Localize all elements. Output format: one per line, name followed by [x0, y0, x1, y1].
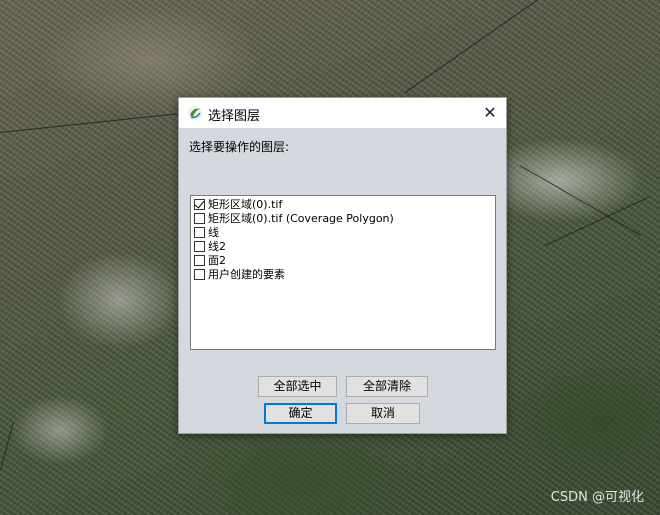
select-layer-dialog: 选择图层 ✕ 选择要操作的图层: 矩形区域(0).tif 矩形区域(0).tif…: [178, 97, 507, 434]
layer-item[interactable]: 用户创建的要素: [194, 267, 285, 281]
dialog-titlebar[interactable]: 选择图层 ✕: [179, 98, 506, 128]
map-boundary-line: [519, 165, 642, 236]
select-all-button[interactable]: 全部选中: [258, 376, 337, 397]
layer-item[interactable]: 线2: [194, 239, 226, 253]
map-boundary-line: [545, 196, 650, 246]
cancel-button[interactable]: 取消: [346, 403, 420, 424]
layer-checkbox[interactable]: [194, 254, 205, 266]
layer-prompt-label: 选择要操作的图层:: [189, 140, 290, 154]
layer-checkbox[interactable]: [194, 226, 205, 238]
layer-label: 用户创建的要素: [208, 268, 285, 281]
close-icon[interactable]: ✕: [480, 103, 500, 123]
layer-checkbox[interactable]: [194, 268, 205, 280]
layer-label: 矩形区域(0).tif (Coverage Polygon): [208, 212, 394, 225]
layer-checkbox[interactable]: [194, 240, 205, 252]
layer-item[interactable]: 矩形区域(0).tif: [194, 197, 282, 211]
clear-all-button[interactable]: 全部清除: [346, 376, 428, 397]
dialog-client-area: 选择要操作的图层: 矩形区域(0).tif 矩形区域(0).tif (Cover…: [179, 128, 506, 433]
layer-item[interactable]: 面2: [194, 253, 226, 267]
app-globe-icon: [188, 106, 202, 120]
layer-item[interactable]: 矩形区域(0).tif (Coverage Polygon): [194, 211, 394, 225]
layer-checkbox[interactable]: [194, 198, 205, 210]
layer-checklist[interactable]: 矩形区域(0).tif 矩形区域(0).tif (Coverage Polygo…: [190, 195, 496, 350]
ok-button[interactable]: 确定: [264, 403, 337, 424]
map-boundary-line: [405, 0, 570, 93]
dialog-title: 选择图层: [208, 109, 261, 124]
watermark-text: CSDN @可视化: [550, 490, 644, 505]
layer-item[interactable]: 线: [194, 225, 219, 239]
map-boundary-line: [0, 421, 14, 471]
layer-checkbox[interactable]: [194, 212, 205, 224]
